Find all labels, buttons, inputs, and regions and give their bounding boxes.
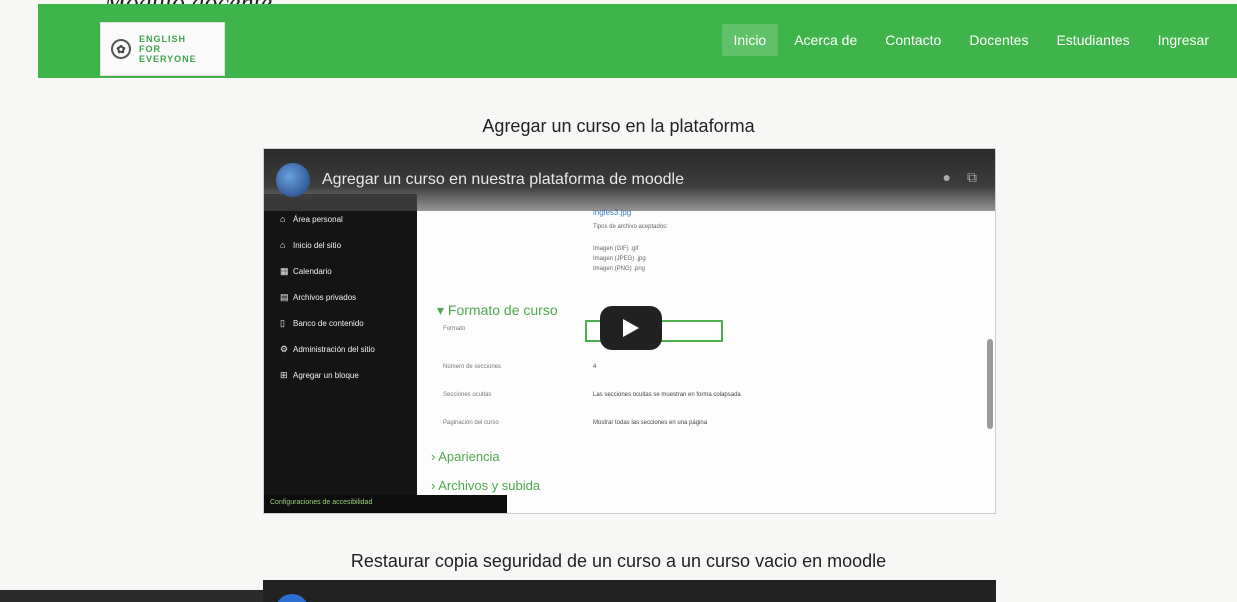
moodle-sidebar: ⌂ Área personal ⌂ Inicio del sitio ▦ Calend… <box>264 194 417 513</box>
sidebar-item-label: Administración del sitio <box>293 344 375 354</box>
field-value: 4 <box>593 364 597 370</box>
section-label: Apariencia <box>438 449 500 464</box>
section-label: Formato de curso <box>447 302 558 318</box>
status-bar <box>0 590 263 602</box>
nav-item-acerca-de[interactable]: Acerca de <box>782 24 869 56</box>
share-icon[interactable]: ⧉ <box>967 169 977 186</box>
sidebar-item-agregar-bloque: ⊞ Agregar un bloque <box>264 362 417 388</box>
play-button[interactable] <box>600 306 662 350</box>
nav-item-estudiantes[interactable]: Estudiantes <box>1044 24 1141 56</box>
nav-item-ingresar[interactable]: Ingresar <box>1146 24 1221 56</box>
calendar-icon: ▦ <box>280 265 289 276</box>
section-formato-curso: ▾ Formato de curso <box>437 302 558 318</box>
video-section-title: Agregar un curso en la plataforma <box>482 116 755 136</box>
video-titlebar: Agregar un curso en nuestra plataforma d… <box>264 149 995 211</box>
field-label: Formato <box>443 326 466 332</box>
navbar: ✿ ENGLISH FOR EVERYONE Inicio Acerca de … <box>38 4 1237 78</box>
nav-item-docentes[interactable]: Docentes <box>957 24 1040 56</box>
sidebar-item-calendario: ▦ Calendario <box>264 258 417 284</box>
video-actions: ● ⧉ <box>943 169 977 186</box>
channel-avatar[interactable] <box>275 594 309 602</box>
accepted-type: Imagen (GIF) .gif <box>593 246 639 252</box>
video-player-2[interactable] <box>263 580 996 602</box>
logo-emblem-icon: ✿ <box>111 39 131 59</box>
video-title[interactable]: Agregar un curso en nuestra plataforma d… <box>322 171 684 189</box>
home-icon: ⌂ <box>280 240 286 250</box>
field-label: Número de secciones <box>443 364 502 370</box>
sidebar-item-banco: ▯ Banco de contenido <box>264 310 417 336</box>
field-label: Secciones ocultas <box>443 392 492 398</box>
section-archivos: › Archivos y subida <box>431 478 541 493</box>
database-icon: ▯ <box>280 317 285 328</box>
accepted-type: Imagen (JPEG) .jpg <box>593 256 646 262</box>
sidebar-item-label: Inicio del sitio <box>293 240 342 250</box>
plus-icon: ⊞ <box>280 369 288 380</box>
section-apariencia: › Apariencia <box>431 449 500 464</box>
nav-menu: Inicio Acerca de Contacto Docentes Estud… <box>721 24 1221 56</box>
clock-icon[interactable]: ● <box>943 169 951 186</box>
scrollbar[interactable] <box>987 339 993 429</box>
accepted-types-label: Tipos de archivo aceptados: <box>593 224 668 230</box>
site-logo[interactable]: ✿ ENGLISH FOR EVERYONE <box>100 22 225 76</box>
sidebar-item-inicio-sitio: ⌂ Inicio del sitio <box>264 232 417 258</box>
sidebar-item-administracion: ⚙ Administración del sitio <box>264 336 417 362</box>
sidebar-item-label: Banco de contenido <box>293 318 364 328</box>
field-label: Paginación del curso <box>443 420 499 426</box>
section-label: Archivos y subida <box>438 478 541 493</box>
field-value: Las secciones ocultas se muestran en for… <box>593 392 741 398</box>
video-section-title: Restaurar copia seguridad de un curso a … <box>350 551 887 571</box>
home-icon: ⌂ <box>280 214 286 224</box>
video-player[interactable]: ⌂ Área personal ⌂ Inicio del sitio ▦ Calend… <box>263 148 996 514</box>
sidebar-item-label: Calendario <box>293 266 332 276</box>
moodle-form: ingles3.jpg Tipos de archivo aceptados: … <box>417 194 995 513</box>
sidebar-item-archivos: ▤ Archivos privados <box>264 284 417 310</box>
channel-avatar[interactable] <box>276 163 310 197</box>
accepted-type: Imagen (PNG) .png <box>593 266 646 272</box>
sidebar-item-label: Archivos privados <box>293 292 357 302</box>
logo-text: ENGLISH FOR EVERYONE <box>139 34 197 64</box>
sidebar-item-label: Área personal <box>293 214 343 224</box>
nav-item-inicio[interactable]: Inicio <box>721 24 779 56</box>
play-icon <box>623 319 639 337</box>
nav-item-contacto[interactable]: Contacto <box>873 24 953 56</box>
gear-icon: ⚙ <box>280 343 289 354</box>
field-value: Mostrar todas las secciones en una págin… <box>593 420 708 426</box>
file-icon: ▤ <box>280 291 289 302</box>
sidebar-item-label: Agregar un bloque <box>293 370 359 380</box>
